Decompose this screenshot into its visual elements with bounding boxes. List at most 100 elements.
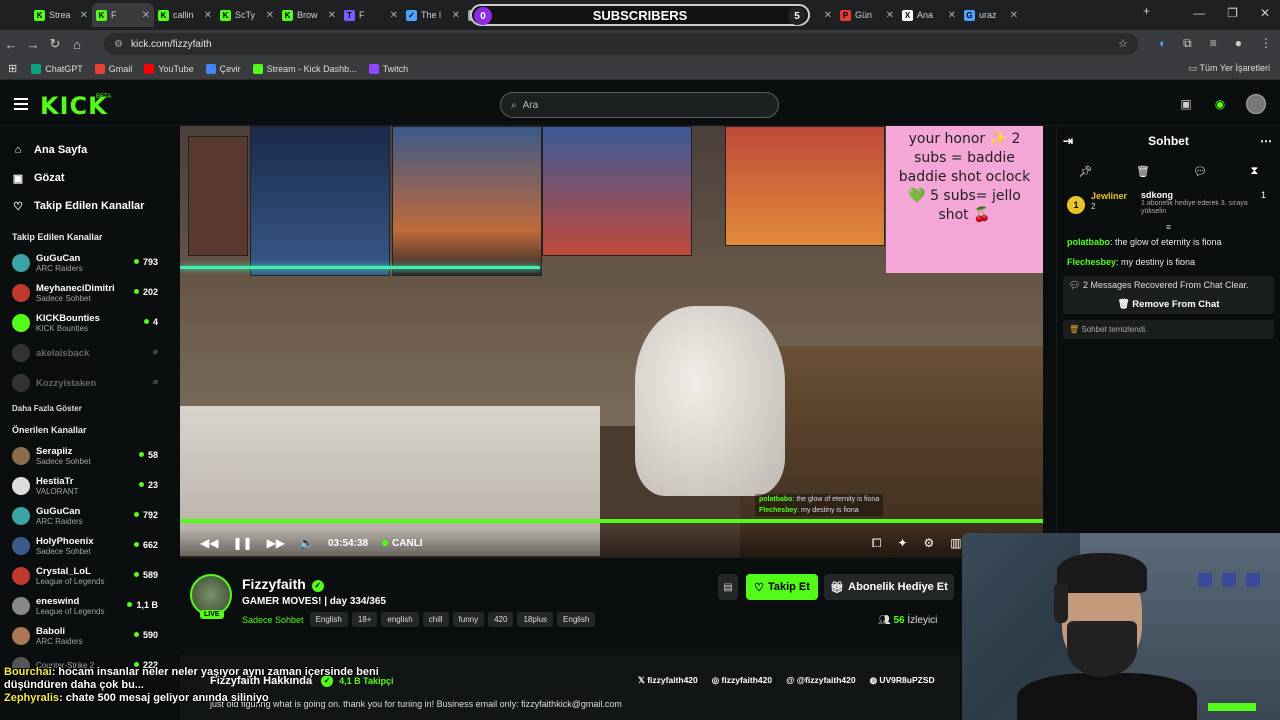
- kick-coin-icon[interactable]: ◉: [1212, 96, 1228, 112]
- pause-icon[interactable]: ❚❚: [232, 536, 252, 550]
- profile-icon[interactable]: ●: [1235, 36, 1242, 51]
- tab-close-icon[interactable]: ✕: [948, 10, 956, 21]
- tab-close-icon[interactable]: ✕: [452, 10, 460, 21]
- back-icon[interactable]: ←: [0, 37, 22, 52]
- chat-menu-icon[interactable]: ⋯: [1260, 134, 1272, 148]
- clip-icon[interactable]: ⧠: [872, 536, 882, 551]
- browser-tab[interactable]: T F ✕: [340, 3, 402, 27]
- channel-name[interactable]: Fizzyfaith: [242, 576, 306, 592]
- sparkle-icon[interactable]: ✦: [897, 536, 907, 551]
- sidebar-item[interactable]: ⌂ Ana Sayfa: [12, 136, 170, 164]
- chat-bubble-icon[interactable]: 💬︎: [1193, 165, 1207, 178]
- threads-link[interactable]: @ @fizzyfaith420: [786, 675, 856, 686]
- menu-burger-icon[interactable]: [14, 98, 28, 110]
- channel-item[interactable]: HolyPhoenix Sadece Sohbet 662: [0, 531, 170, 561]
- forward-icon[interactable]: →: [22, 37, 44, 52]
- restore-icon[interactable]: ❐: [1227, 6, 1238, 20]
- channel-item[interactable]: akelaisback ⌀: [0, 338, 170, 368]
- minimize-icon[interactable]: —: [1193, 6, 1205, 20]
- media-icon[interactable]: ≡: [1210, 36, 1217, 51]
- bookmark-item[interactable]: Gmail: [94, 63, 132, 74]
- url-bar[interactable]: ⚙ kick.com/fizzyfaith ☆: [104, 33, 1138, 55]
- hourglass-icon[interactable]: ⧗: [1251, 165, 1259, 178]
- search-input[interactable]: ⌕ Ara: [500, 92, 779, 118]
- trash-icon[interactable]: 🗑︎: [1136, 165, 1150, 178]
- tab-close-icon[interactable]: ✕: [328, 10, 336, 21]
- user-avatar[interactable]: [1246, 94, 1266, 114]
- pin-icon[interactable]: 📌︎: [1079, 165, 1093, 178]
- tab-close-icon[interactable]: ✕: [1010, 10, 1018, 21]
- live-indicator[interactable]: CANLI: [382, 538, 423, 549]
- gift-sub-button[interactable]: 🎁︎ Abonelik Hediye Et: [824, 574, 954, 600]
- new-tab-icon[interactable]: +: [1143, 4, 1150, 18]
- browser-tab[interactable]: K F ✕: [92, 3, 154, 27]
- tag-chip[interactable]: 420: [488, 612, 514, 627]
- leader-name[interactable]: Jewliner: [1091, 190, 1135, 202]
- home-icon[interactable]: ⌂: [66, 37, 88, 52]
- x-link[interactable]: 𝕏 fizzyfaith420: [638, 675, 698, 686]
- tag-chip[interactable]: English: [557, 612, 596, 627]
- show-more-link[interactable]: Daha Fazla Göster: [12, 404, 170, 413]
- tab-close-icon[interactable]: ✕: [390, 10, 398, 21]
- progress-bar[interactable]: [180, 519, 1043, 523]
- apps-grid-icon[interactable]: ⊞: [8, 62, 17, 75]
- chat-username[interactable]: Flechesbey: [1067, 257, 1116, 267]
- channel-item[interactable]: HestiaTr VALORANT 23: [0, 471, 170, 501]
- tab-close-icon[interactable]: ✕: [204, 10, 212, 21]
- browser-tab[interactable]: Kcallin ✕: [154, 3, 216, 27]
- tab-close-icon[interactable]: ✕: [266, 10, 274, 21]
- sidebar-item[interactable]: ▣ Gözat: [12, 164, 170, 192]
- browser-tab[interactable]: ✓ The l ✕: [402, 3, 464, 27]
- instagram-link[interactable]: ◎ fizzyfaith420: [712, 675, 772, 686]
- tab-close-icon[interactable]: ✕: [824, 10, 832, 21]
- bookmark-star-icon[interactable]: ☆: [1118, 37, 1128, 50]
- channel-item[interactable]: KICKBounties KICK Bounties 4: [0, 308, 170, 338]
- extensions-puzzle-icon[interactable]: ⧉: [1183, 36, 1192, 51]
- channel-item[interactable]: Crystal_LoL League of Legends 589: [0, 561, 170, 591]
- browser-tab[interactable]: K Brow ✕: [278, 3, 340, 27]
- channel-item[interactable]: MeyhaneciDimitri Sadece Sohbet 202: [0, 278, 170, 308]
- tag-chip[interactable]: funny: [452, 612, 485, 627]
- bookmark-item[interactable]: Stream - Kick Dashb...: [252, 63, 357, 74]
- tab-close-icon[interactable]: ✕: [142, 10, 150, 21]
- browser-tab[interactable]: Guraz ✕: [960, 3, 1022, 27]
- tag-chip[interactable]: English: [309, 612, 348, 627]
- theater-icon[interactable]: ▥: [950, 536, 961, 551]
- follow-button[interactable]: ♡ Takip Et: [746, 574, 818, 600]
- browser-tab[interactable]: P Gün ✕: [836, 3, 898, 27]
- tag-chip[interactable]: 18+: [351, 612, 378, 627]
- collapse-chat-icon[interactable]: ⇥: [1063, 134, 1073, 148]
- bookmark-item[interactable]: Twitch: [368, 63, 408, 74]
- channel-item[interactable]: Kozzyistaken ⌀: [0, 368, 170, 398]
- tab-close-icon[interactable]: ✕: [80, 10, 88, 21]
- all-bookmarks[interactable]: ▭ Tüm Yer İşaretleri: [1189, 63, 1270, 74]
- browser-tab[interactable]: K Strea ✕: [30, 3, 92, 27]
- video-player[interactable]: your honor ✨ 2 subs = baddie baddie shot…: [180, 126, 1043, 558]
- bookmark-item[interactable]: ChatGPT: [31, 63, 83, 74]
- chat-username[interactable]: polatbabo: [1067, 237, 1110, 247]
- close-window-icon[interactable]: ✕: [1260, 6, 1270, 20]
- forward-icon[interactable]: ▶▶: [267, 536, 285, 550]
- settings-icon[interactable]: ⚙: [924, 536, 935, 551]
- tag-chip[interactable]: 18plus: [517, 612, 554, 627]
- rewind-icon[interactable]: ◀◀: [200, 536, 218, 550]
- reload-icon[interactable]: ↻: [44, 36, 66, 52]
- menu-kebab-icon[interactable]: ⋮: [1260, 36, 1272, 51]
- channel-item[interactable]: GuGuCan ARC Raiders 792: [0, 501, 170, 531]
- category-link[interactable]: Sadece Sohbet: [242, 615, 304, 625]
- extension-icon[interactable]: ◖: [1158, 36, 1165, 51]
- volume-icon[interactable]: 🔈: [299, 536, 314, 550]
- target-name[interactable]: sdkong: [1141, 190, 1251, 200]
- notification-button[interactable]: ▤: [718, 574, 738, 600]
- channel-item[interactable]: eneswind League of Legends 1,1 B: [0, 591, 170, 621]
- tag-chip[interactable]: chill: [422, 612, 449, 627]
- channel-item[interactable]: Serapiiz Sadece Sohbet 58: [0, 441, 170, 471]
- bookmark-item[interactable]: YouTube: [144, 63, 194, 74]
- discord-link[interactable]: ◍ UV9R8uPZSD: [870, 675, 935, 686]
- tab-close-icon[interactable]: ✕: [886, 10, 894, 21]
- site-info-icon[interactable]: ⚙: [114, 39, 123, 50]
- channel-item[interactable]: GuGuCan ARC Raiders 793: [0, 248, 170, 278]
- browser-tab[interactable]: X Ana ✕: [898, 3, 960, 27]
- bookmark-item[interactable]: Çevir: [205, 63, 241, 74]
- channel-item[interactable]: Baboli ARC Raiders 590: [0, 621, 170, 651]
